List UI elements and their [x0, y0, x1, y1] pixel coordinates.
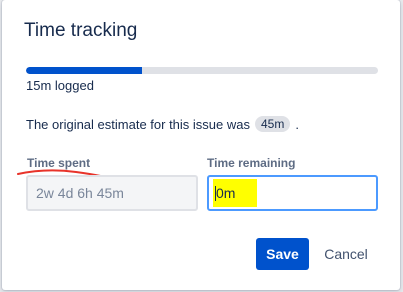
time-progress-fill — [26, 67, 143, 74]
save-button[interactable]: Save — [256, 238, 309, 270]
time-remaining-value: 0m — [216, 184, 236, 201]
time-spent-input[interactable]: 2w 4d 6h 45m — [26, 175, 198, 211]
time-remaining-input[interactable]: 0m — [207, 175, 378, 211]
logged-text: 15m logged — [26, 78, 94, 93]
time-spent-placeholder: 2w 4d 6h 45m — [36, 185, 124, 201]
estimate-text: The original estimate for this issue was — [26, 116, 250, 132]
highlighted-value: 0m — [213, 178, 258, 208]
estimate-suffix: . — [295, 116, 299, 132]
dialog-title: Time tracking — [24, 20, 138, 41]
cancel-button[interactable]: Cancel — [316, 238, 376, 270]
original-estimate-line: The original estimate for this issue was… — [26, 116, 299, 132]
time-remaining-label: Time remaining — [207, 156, 296, 170]
time-tracking-dialog: Time tracking 15m logged The original es… — [2, 0, 400, 290]
time-progress-bar — [26, 67, 378, 74]
estimate-lozenge: 45m — [254, 116, 291, 132]
